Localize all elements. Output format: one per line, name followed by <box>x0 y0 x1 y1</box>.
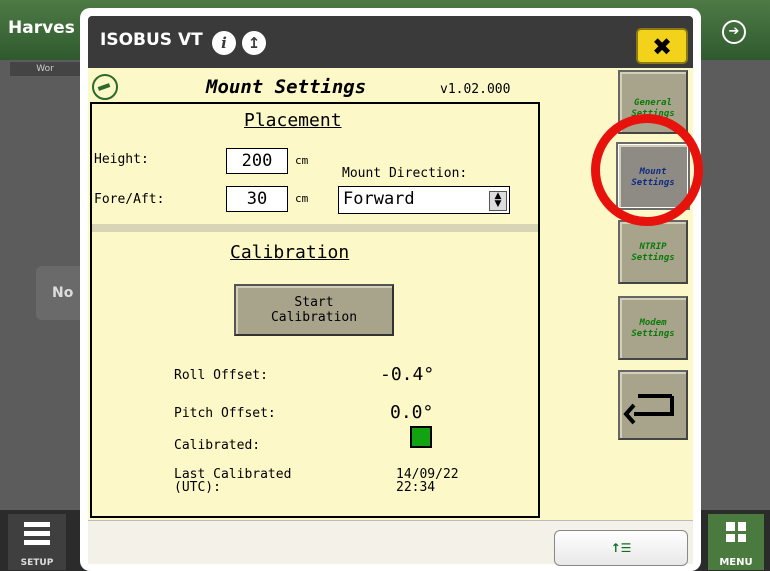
height-label: Height: <box>94 152 149 167</box>
pitch-offset-label: Pitch Offset: <box>174 406 276 421</box>
menu-grid-icon <box>726 522 746 542</box>
mount-direction-label: Mount Direction: <box>342 166 468 181</box>
ntrip-settings-button[interactable]: NTRIP Settings <box>618 220 688 284</box>
last-calibrated-value: 14/09/22 22:34 <box>396 468 459 494</box>
start-calibration-line2: Calibration <box>270 310 358 325</box>
menu-label: MENU <box>719 557 753 568</box>
fore-aft-input[interactable]: 30 <box>226 186 288 212</box>
info-icon[interactable]: i <box>212 31 236 55</box>
ntrip-settings-line1: NTRIP <box>639 242 667 252</box>
mount-direction-select[interactable]: Forward ▲ ▼ <box>338 186 510 214</box>
fore-aft-unit: cm <box>295 192 309 205</box>
alt-info-icon[interactable]: ↥ <box>242 31 266 55</box>
dialog-title: ISOBUS VT <box>100 30 203 50</box>
setup-list-icon <box>24 522 50 549</box>
setup-label: SETUP <box>20 558 54 568</box>
mount-direction-value: Forward <box>343 189 415 209</box>
ntrip-settings-line2: Settings <box>631 253 675 263</box>
pitch-offset-value: 0.0° <box>390 402 434 423</box>
return-arrow-icon <box>623 394 674 425</box>
start-calibration-line1: Start <box>294 295 334 310</box>
placement-heading: Placement <box>244 110 342 131</box>
last-calibrated-label-line2: (UTC): <box>174 480 221 495</box>
fore-aft-label: Fore/Aft: <box>94 192 165 207</box>
forward-arrow-icon[interactable]: ➔ <box>722 20 746 44</box>
height-input[interactable]: 200 <box>226 148 288 174</box>
general-settings-line1: General <box>634 98 672 108</box>
close-button[interactable]: ✖ <box>636 28 688 64</box>
modem-settings-button[interactable]: Modem Settings <box>618 296 688 360</box>
calibration-heading: Calibration <box>230 242 350 263</box>
height-unit: cm <box>295 154 309 167</box>
modem-settings-line2: Settings <box>631 329 675 339</box>
setup-button[interactable]: SETUP <box>8 514 66 570</box>
background-tab: Wor <box>10 62 80 76</box>
softkey-list-icon: ↑☰ <box>610 541 632 555</box>
last-calibrated-time: 22:34 <box>396 480 436 495</box>
calibrated-label: Calibrated: <box>174 438 261 453</box>
dialog-header: ISOBUS VT i ↥ ✖ <box>88 16 693 68</box>
app-logo-icon <box>92 74 118 100</box>
background-app-title: Harves <box>8 18 75 38</box>
start-calibration-button[interactable]: Start Calibration <box>234 284 394 336</box>
back-button[interactable] <box>618 370 688 440</box>
calibrated-indicator <box>410 426 432 448</box>
updown-arrow-icon: ▲ ▼ <box>489 191 507 211</box>
softkey-list-button[interactable]: ↑☰ <box>554 530 688 566</box>
menu-button[interactable]: MENU <box>708 514 764 570</box>
isobus-vt-dialog: ISOBUS VT i ↥ ✖ Mount Settings v1.02.000… <box>80 8 701 571</box>
last-calibrated-label: Last Calibrated (UTC): <box>174 468 291 494</box>
version-label: v1.02.000 <box>440 82 511 97</box>
roll-offset-value: -0.4° <box>380 364 435 385</box>
modem-settings-line1: Modem <box>639 318 667 328</box>
roll-offset-label: Roll Offset: <box>174 368 268 383</box>
panel-divider <box>92 224 538 232</box>
screen-title: Mount Settings <box>206 76 367 98</box>
highlight-circle <box>591 114 703 226</box>
